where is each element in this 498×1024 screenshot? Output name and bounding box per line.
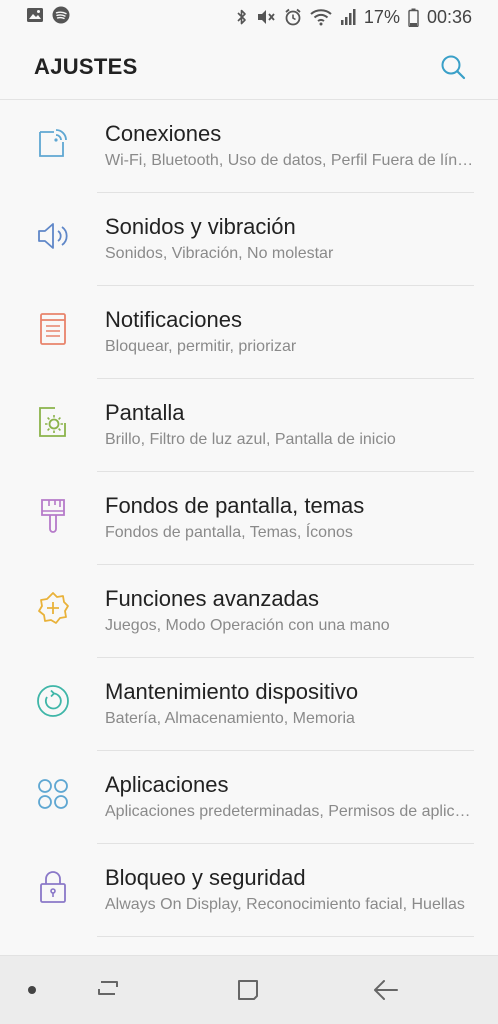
item-subtitle: Wi-Fi, Bluetooth, Uso de datos, Perfil F… — [105, 152, 474, 169]
item-title: Notificaciones — [105, 307, 242, 332]
navigation-bar — [0, 955, 498, 1024]
item-title: Aplicaciones — [105, 772, 229, 797]
status-right: 17% 00:36 — [236, 7, 472, 28]
settings-item-display[interactable]: Pantalla Brillo, Filtro de luz azul, Pan… — [0, 379, 498, 472]
battery-percent: 17% — [363, 6, 400, 27]
recents-icon[interactable] — [90, 972, 126, 1008]
settings-list: Conexiones Wi-Fi, Bluetooth, Uso de dato… — [0, 100, 498, 937]
settings-item-notifications[interactable]: Notificaciones Bloquear, permitir, prior… — [0, 286, 498, 379]
status-bar: 17% 00:36 — [0, 0, 498, 34]
notifications-icon — [34, 310, 72, 348]
divider — [97, 936, 474, 937]
item-subtitle: Sonidos, Vibración, No molestar — [105, 245, 334, 262]
apps-icon — [34, 775, 72, 813]
wifi-icon — [310, 8, 332, 26]
app-header: AJUSTES — [0, 34, 498, 100]
item-title: Pantalla — [105, 400, 185, 425]
gear-plus-icon — [34, 589, 72, 627]
alarm-icon — [284, 8, 302, 26]
spotify-icon — [52, 6, 70, 29]
mute-icon — [256, 8, 276, 26]
item-subtitle: Bloquear, permitir, priorizar — [105, 338, 297, 355]
battery-icon — [408, 8, 419, 27]
status-left — [26, 6, 70, 29]
settings-item-maintenance[interactable]: Mantenimiento dispositivo Batería, Almac… — [0, 658, 498, 751]
search-icon[interactable] — [438, 52, 468, 82]
lock-icon — [34, 868, 72, 906]
item-title: Fondos de pantalla, temas — [105, 493, 365, 518]
nav-dot-indicator[interactable] — [28, 986, 36, 994]
item-title: Bloqueo y seguridad — [105, 865, 306, 890]
settings-item-advanced[interactable]: Funciones avanzadas Juegos, Modo Operaci… — [0, 565, 498, 658]
speaker-icon — [34, 217, 72, 255]
signal-icon — [340, 8, 356, 26]
item-title: Conexiones — [105, 121, 222, 146]
maintenance-icon — [34, 682, 72, 720]
item-title: Mantenimiento dispositivo — [105, 679, 359, 704]
settings-item-wallpapers[interactable]: Fondos de pantalla, temas Fondos de pant… — [0, 472, 498, 565]
settings-item-apps[interactable]: Aplicaciones Aplicaciones predeterminada… — [0, 751, 498, 844]
item-subtitle: Aplicaciones predeterminadas, Permisos d… — [105, 803, 474, 820]
page-title: AJUSTES — [34, 53, 138, 79]
gallery-icon — [26, 7, 44, 28]
connections-icon — [34, 124, 72, 162]
home-icon[interactable] — [230, 972, 266, 1008]
settings-item-connections[interactable]: Conexiones Wi-Fi, Bluetooth, Uso de dato… — [0, 100, 498, 193]
item-subtitle: Always On Display, Reconocimiento facial… — [105, 896, 465, 913]
settings-item-sounds[interactable]: Sonidos y vibración Sonidos, Vibración, … — [0, 193, 498, 286]
item-subtitle: Fondos de pantalla, Temas, Íconos — [105, 524, 353, 541]
item-subtitle: Brillo, Filtro de luz azul, Pantalla de … — [105, 431, 396, 448]
item-title: Sonidos y vibración — [105, 214, 296, 239]
item-subtitle: Juegos, Modo Operación con una mano — [105, 617, 390, 634]
item-title: Funciones avanzadas — [105, 586, 320, 611]
item-subtitle: Batería, Almacenamiento, Memoria — [105, 710, 355, 727]
brush-icon — [34, 496, 72, 534]
bluetooth-icon — [236, 8, 248, 26]
clock: 00:36 — [426, 6, 472, 27]
back-icon[interactable] — [368, 972, 404, 1008]
display-icon — [34, 403, 72, 441]
settings-item-lock-security[interactable]: Bloqueo y seguridad Always On Display, R… — [0, 844, 498, 937]
